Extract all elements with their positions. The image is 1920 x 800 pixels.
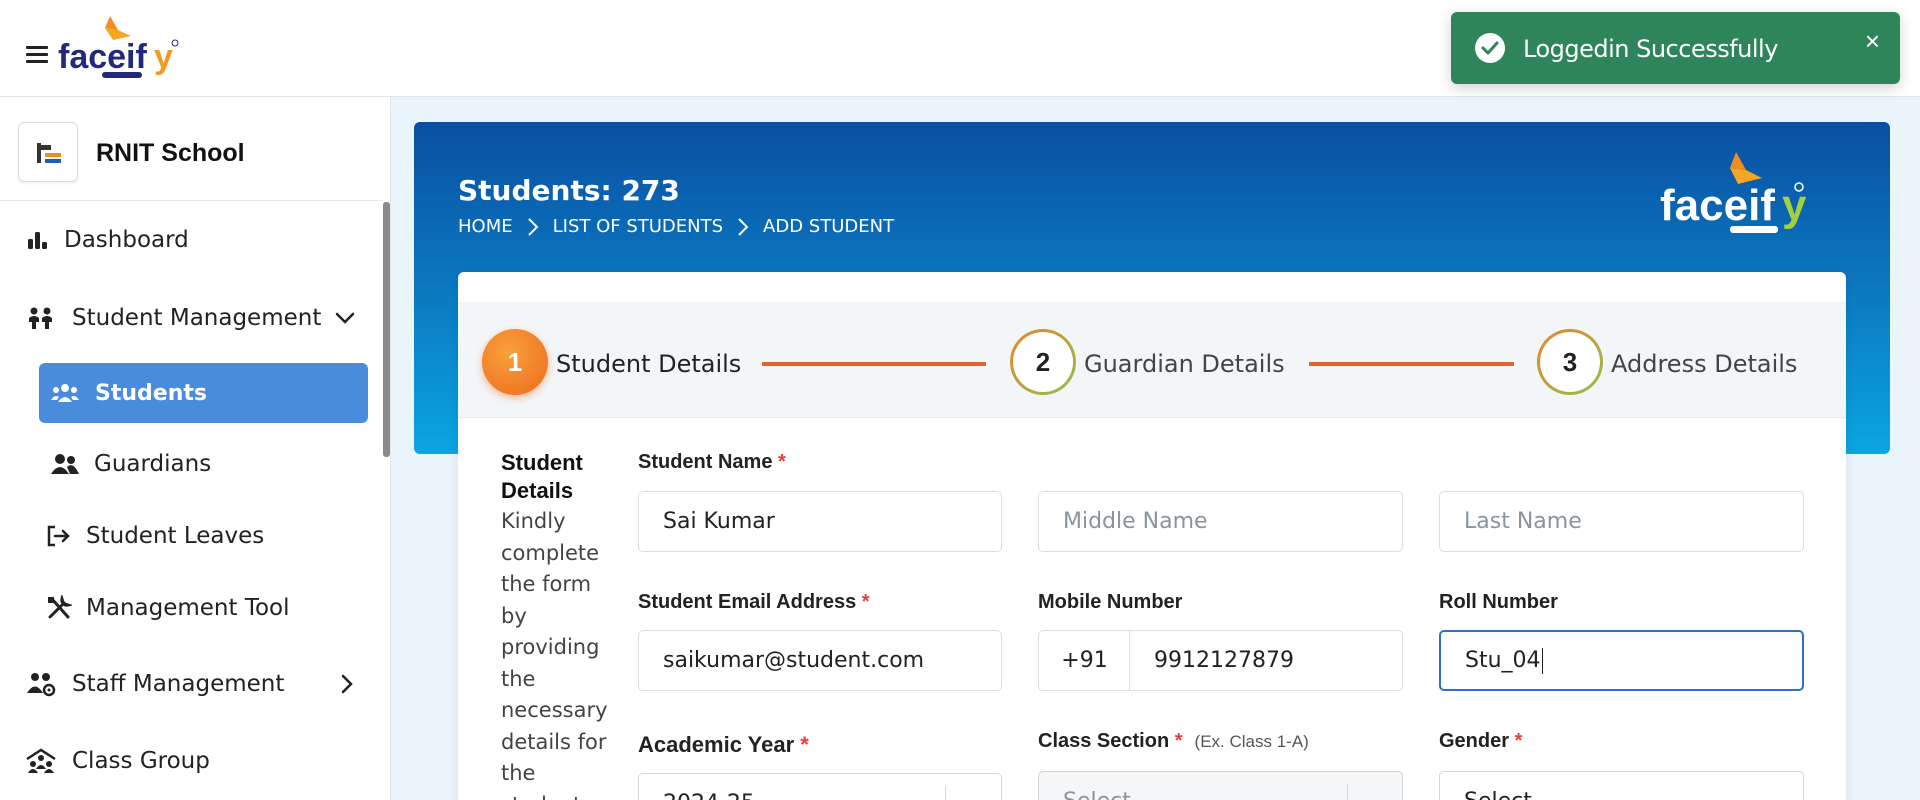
class-section-label: Class Section * (Ex. Class 1-A): [1038, 730, 1309, 752]
school-icon: [24, 748, 58, 774]
gender-select[interactable]: Select: [1439, 771, 1804, 800]
gender-label: Gender *: [1439, 730, 1523, 752]
staff-icon: [24, 671, 58, 697]
check-circle-icon: [1475, 33, 1505, 63]
sidebar-item-students[interactable]: Students: [39, 363, 368, 423]
user-group-icon: [50, 451, 80, 477]
sidebar-item-label: Student Management: [72, 305, 322, 331]
users-icon: [51, 382, 81, 404]
sidebar-item-label: Staff Management: [72, 671, 285, 697]
sidebar-item-label: Class Group: [72, 748, 210, 774]
sidebar-item-staff-management[interactable]: Staff Management: [24, 671, 364, 697]
close-icon[interactable]: ×: [1865, 28, 1880, 54]
toast-message: Loggedin Successfully: [1523, 35, 1778, 63]
section-title: Student Details: [501, 450, 583, 503]
class-section-select[interactable]: Select: [1038, 771, 1403, 800]
school-logo: [18, 122, 78, 182]
roll-number-label: Roll Number: [1439, 591, 1558, 613]
breadcrumb-home[interactable]: HOME: [458, 216, 513, 237]
chevron-down-icon[interactable]: [334, 307, 356, 335]
middle-name-input[interactable]: Middle Name: [1038, 491, 1403, 552]
faceify-logo[interactable]: faceif y: [58, 14, 182, 84]
step-2-circle[interactable]: 2: [1010, 329, 1076, 395]
chevron-right-icon: [737, 217, 749, 237]
student-name-label: Student Name *: [638, 451, 786, 473]
svg-text:y: y: [154, 38, 173, 76]
step-3-circle[interactable]: 3: [1537, 329, 1603, 395]
roll-number-input[interactable]: Stu_04: [1439, 630, 1804, 691]
chevron-right-icon[interactable]: [336, 673, 358, 701]
first-name-input[interactable]: Sai Kumar: [638, 491, 1002, 552]
success-toast: Loggedin Successfully ×: [1451, 12, 1900, 84]
children-icon: [24, 305, 58, 331]
sidebar-scrollbar[interactable]: [383, 202, 390, 457]
school-name: RNIT School: [96, 139, 245, 167]
email-label: Student Email Address *: [638, 591, 870, 613]
academic-year-select[interactable]: 2024-25: [638, 773, 1002, 800]
sidebar-item-dashboard[interactable]: Dashboard: [24, 227, 189, 253]
last-name-input[interactable]: Last Name: [1439, 491, 1804, 552]
breadcrumb: HOME LIST OF STUDENTS ADD STUDENT: [458, 216, 894, 237]
sidebar-item-label: Guardians: [94, 451, 212, 477]
breadcrumb-list-of-students[interactable]: LIST OF STUDENTS: [553, 216, 723, 237]
school-header[interactable]: RNIT School: [0, 97, 383, 201]
section-description: Kindly complete the form by providing th…: [501, 509, 608, 800]
page-title: Students: 273: [458, 174, 680, 207]
tools-icon: [46, 595, 72, 621]
sidebar-item-student-leaves[interactable]: Student Leaves: [46, 523, 264, 549]
step-1-label: Student Details: [556, 350, 742, 378]
sidebar-item-label: Dashboard: [64, 227, 189, 253]
mobile-number-input[interactable]: 9912127879: [1129, 630, 1403, 691]
sidebar-item-label: Management Tool: [86, 595, 290, 621]
sidebar-item-student-management[interactable]: Student Management: [24, 305, 364, 331]
sidebar-item-label: Students: [95, 380, 207, 406]
sidebar-item-guardians[interactable]: Guardians: [50, 451, 211, 477]
svg-text:faceif: faceif: [58, 38, 147, 76]
academic-year-label: Academic Year *: [638, 732, 809, 757]
breadcrumb-add-student: ADD STUDENT: [763, 216, 895, 237]
chart-bar-icon: [24, 227, 50, 253]
select-divider: [1347, 784, 1348, 800]
select-divider: [945, 786, 946, 800]
step-2-label: Guardian Details: [1084, 350, 1285, 378]
sign-out-icon: [46, 523, 72, 549]
step-connector: [762, 362, 986, 366]
sidebar-item-management-tool[interactable]: Management Tool: [46, 595, 290, 621]
step-connector: [1309, 362, 1514, 366]
sidebar-item-label: Student Leaves: [86, 523, 265, 549]
chevron-right-icon: [527, 217, 539, 237]
faceify-logo: faceif y: [1660, 152, 1807, 233]
step-3-label: Address Details: [1611, 350, 1798, 378]
svg-text:faceif: faceif: [1660, 181, 1775, 230]
step-1-circle[interactable]: 1: [482, 329, 548, 395]
country-code-prefix[interactable]: +91: [1038, 630, 1130, 691]
hamburger-menu-icon[interactable]: [26, 46, 48, 64]
email-field[interactable]: saikumar@student.com: [638, 630, 1002, 691]
mobile-label: Mobile Number: [1038, 591, 1183, 613]
text-cursor: [1541, 647, 1543, 674]
sidebar-item-class-group[interactable]: Class Group: [24, 748, 210, 774]
sidebar: RNIT School Dashboard Student Management…: [0, 97, 391, 800]
